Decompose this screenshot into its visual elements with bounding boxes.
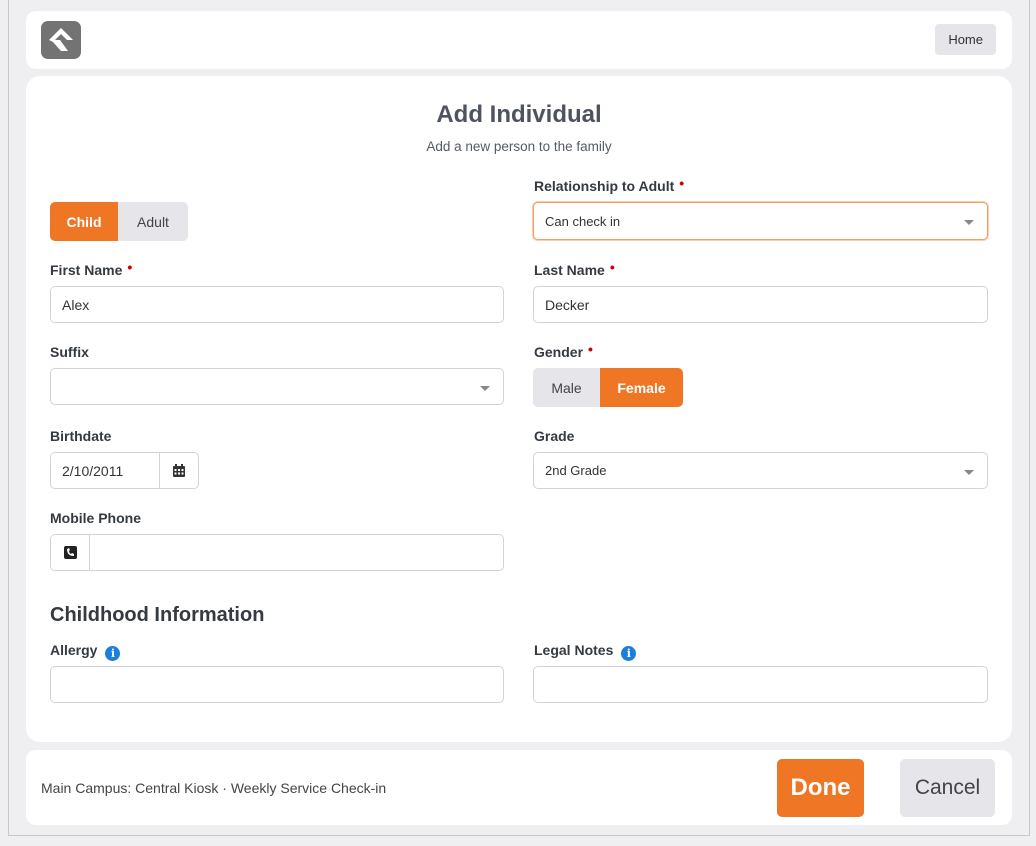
top-bar: Home xyxy=(26,11,1012,69)
birthdate-field[interactable]: 2/10/2011 xyxy=(50,452,160,489)
add-individual-card: Add Individual Add a new person to the f… xyxy=(26,76,1012,742)
phone-icon xyxy=(63,546,77,559)
mobile-phone-label: Mobile Phone xyxy=(50,510,141,526)
footer-bar: Main Campus: Central Kiosk · Weekly Serv… xyxy=(26,750,1012,825)
chevron-down-icon xyxy=(480,386,490,391)
first-name-label: First Name • xyxy=(50,259,133,278)
cancel-button[interactable]: Cancel xyxy=(900,759,995,817)
done-button[interactable]: Done xyxy=(777,759,864,817)
childhood-information-heading: Childhood Information xyxy=(50,604,265,626)
birthdate-picker-button[interactable] xyxy=(159,452,199,489)
phone-addon xyxy=(50,534,90,571)
info-icon[interactable]: i xyxy=(621,646,637,661)
first-name-field[interactable]: Alex xyxy=(50,286,504,323)
page-subtitle: Add a new person to the family xyxy=(426,139,612,154)
last-name-label: Last Name • xyxy=(534,259,615,278)
kiosk-location-text: Main Campus: Central Kiosk · Weekly Serv… xyxy=(41,780,387,796)
grade-select[interactable]: 2nd Grade xyxy=(533,452,988,489)
birthdate-value: 2/10/2011 xyxy=(62,462,124,479)
required-indicator: • xyxy=(609,259,615,275)
chevron-down-icon xyxy=(964,470,974,475)
chevron-down-icon xyxy=(964,220,974,225)
grade-value: 2nd Grade xyxy=(545,463,607,478)
person-type-toggle: Child Adult xyxy=(50,202,188,241)
legal-notes-label: Legal Notes i xyxy=(534,642,637,661)
last-name-field[interactable]: Decker xyxy=(533,286,988,323)
child-button[interactable]: Child xyxy=(50,202,118,241)
suffix-label: Suffix xyxy=(50,344,89,360)
page-title: Add Individual xyxy=(436,101,602,128)
gender-toggle: Male Female xyxy=(533,368,683,407)
calendar-icon xyxy=(173,463,185,477)
legal-notes-field[interactable] xyxy=(533,666,988,703)
relationship-select[interactable]: Can check in xyxy=(533,202,988,240)
home-button[interactable]: Home xyxy=(935,24,996,55)
rock-logo-icon xyxy=(41,21,81,59)
relationship-value: Can check in xyxy=(545,213,621,229)
allergy-label: Allergy i xyxy=(50,642,121,661)
allergy-field[interactable] xyxy=(50,666,504,703)
adult-button[interactable]: Adult xyxy=(118,202,188,241)
required-indicator: • xyxy=(127,259,133,275)
relationship-label: Relationship to Adult • xyxy=(534,175,685,194)
mobile-phone-field[interactable] xyxy=(89,534,504,571)
male-button[interactable]: Male xyxy=(533,368,600,407)
first-name-value: Alex xyxy=(62,296,90,313)
required-indicator: • xyxy=(588,341,593,357)
female-button[interactable]: Female xyxy=(600,368,683,407)
last-name-value: Decker xyxy=(545,296,590,313)
suffix-select[interactable] xyxy=(50,368,504,405)
info-icon[interactable]: i xyxy=(105,646,121,661)
gender-label: Gender • xyxy=(534,341,593,360)
required-indicator: • xyxy=(679,175,685,191)
grade-label: Grade xyxy=(534,428,575,444)
birthdate-label: Birthdate xyxy=(50,428,112,444)
